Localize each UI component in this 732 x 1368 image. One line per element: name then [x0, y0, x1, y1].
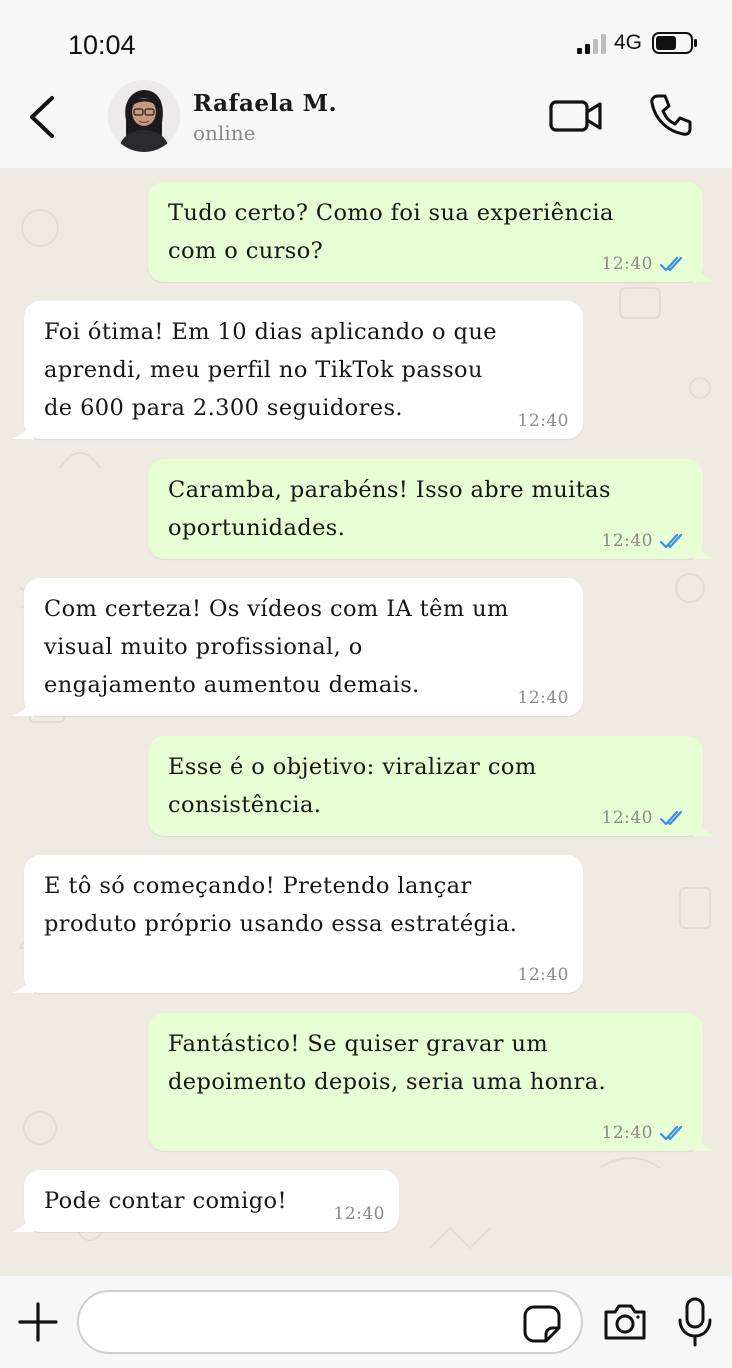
battery-icon	[652, 32, 697, 54]
voice-call-icon[interactable]	[647, 92, 693, 138]
bubble-tail	[12, 698, 34, 716]
status-bar: 10:04 4G	[0, 0, 732, 80]
bubble-tail	[12, 975, 34, 993]
message-incoming[interactable]: Pode contar comigo! 12:40	[12, 1170, 399, 1232]
message-time: 12:40	[601, 1123, 653, 1143]
contact-status: online	[193, 121, 256, 145]
message-time: 12:40	[517, 688, 569, 708]
message-incoming[interactable]: E tô só começando! Pretendo lançar produ…	[12, 855, 583, 993]
chat-header: Rafaela M. online	[0, 80, 732, 168]
message-text: Fantástico! Se quiser gravar um depoimen…	[168, 1031, 607, 1095]
message-outgoing[interactable]: Fantástico! Se quiser gravar um depoimen…	[148, 1013, 715, 1151]
sticker-icon[interactable]	[522, 1304, 562, 1344]
message-meta: 12:40	[602, 531, 690, 551]
message-time: 12:40	[333, 1204, 385, 1224]
plus-icon[interactable]	[18, 1302, 58, 1342]
message-outgoing[interactable]: Caramba, parabéns! Isso abre muitas opor…	[148, 459, 715, 559]
message-meta: 12:40	[602, 1123, 690, 1143]
back-icon[interactable]	[26, 94, 60, 140]
avatar-photo	[108, 80, 180, 152]
message-meta: 12:40	[334, 1204, 386, 1224]
bubble-tail	[12, 1214, 34, 1232]
message-time: 12:40	[601, 531, 653, 551]
message-outgoing[interactable]: Esse é o objetivo: viralizar com consist…	[148, 736, 715, 836]
bubble-tail	[693, 264, 715, 282]
input-bar	[0, 1276, 732, 1368]
message-meta: 12:40	[518, 965, 570, 985]
message-meta: 12:40	[602, 808, 690, 828]
message-outgoing[interactable]: Tudo certo? Como foi sua experiência com…	[148, 182, 715, 282]
message-text: Com certeza! Os vídeos com IA têm um vis…	[44, 596, 509, 698]
status-time: 10:04	[68, 30, 136, 60]
avatar[interactable]	[108, 80, 180, 152]
double-check-icon	[659, 533, 683, 549]
camera-icon[interactable]	[602, 1302, 648, 1342]
message-time: 12:40	[601, 808, 653, 828]
microphone-icon[interactable]	[676, 1296, 714, 1348]
message-input[interactable]	[77, 1290, 583, 1354]
message-text: Foi ótima! Em 10 dias aplicando o que ap…	[44, 319, 497, 421]
message-time: 12:40	[517, 411, 569, 431]
chat-area[interactable]: Tudo certo? Como foi sua experiência com…	[0, 168, 732, 1276]
bubble-tail	[693, 1133, 715, 1151]
message-meta: 12:40	[518, 688, 570, 708]
contact-name[interactable]: Rafaela M.	[193, 90, 337, 117]
message-time: 12:40	[601, 254, 653, 274]
double-check-icon	[659, 256, 683, 272]
bubble-tail	[12, 421, 34, 439]
message-meta: 12:40	[518, 411, 570, 431]
video-call-icon[interactable]	[548, 96, 604, 136]
double-check-icon	[659, 810, 683, 826]
message-text: Pode contar comigo!	[44, 1188, 287, 1214]
message-incoming[interactable]: Foi ótima! Em 10 dias aplicando o que ap…	[12, 301, 583, 439]
signal-icon	[577, 34, 606, 54]
bubble-tail	[693, 818, 715, 836]
double-check-icon	[659, 1125, 683, 1141]
bubble-tail	[693, 541, 715, 559]
message-text: E tô só começando! Pretendo lançar produ…	[44, 873, 518, 937]
message-meta: 12:40	[602, 254, 690, 274]
message-time: 12:40	[517, 965, 569, 985]
network-type: 4G	[614, 31, 643, 54]
message-incoming[interactable]: Com certeza! Os vídeos com IA têm um vis…	[12, 578, 583, 716]
